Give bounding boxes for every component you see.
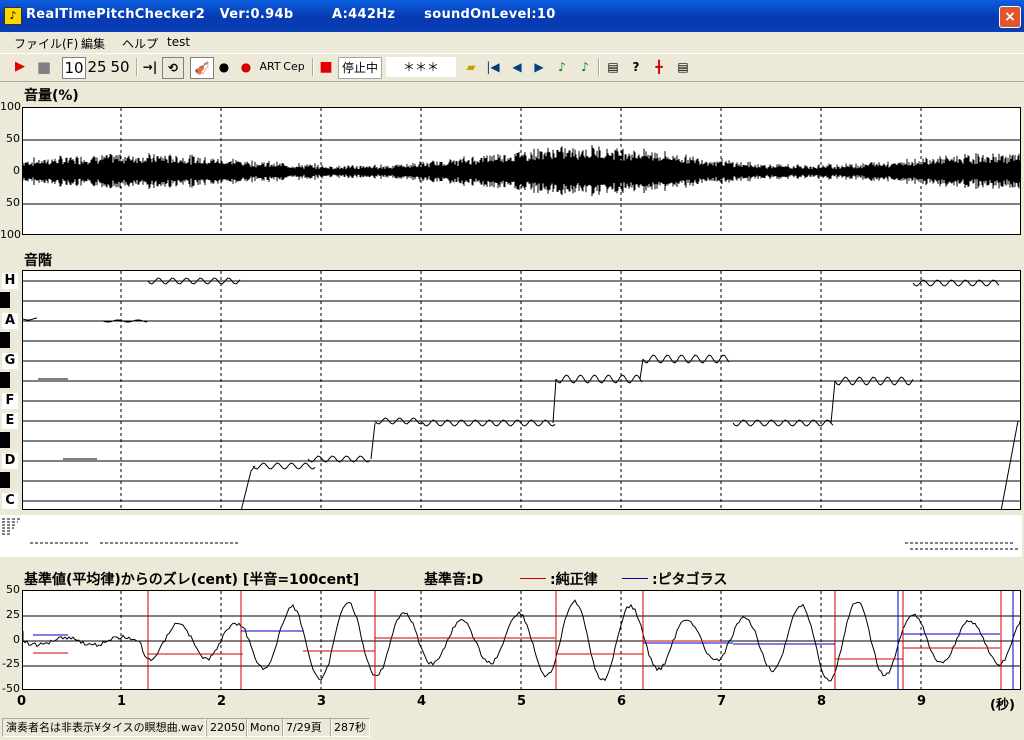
deviation-tick: 25: [6, 608, 20, 621]
status-page: 7/29頁: [282, 718, 332, 737]
volume-waveform-path: [23, 145, 1020, 197]
black-key: [0, 372, 10, 388]
deviation-tick: -25: [2, 657, 20, 670]
black-key: [0, 332, 10, 348]
time-label: 0: [17, 694, 27, 709]
base-note: 基準音:D: [424, 572, 484, 588]
menu-test[interactable]: test: [167, 35, 190, 49]
deviation-title: 基準値(平均律)からのズレ(cent) [半音=100cent]: [24, 572, 360, 588]
deviation-panel: [22, 590, 1021, 690]
status-indicator: 停止中: [338, 57, 382, 79]
note-label: D: [2, 453, 18, 469]
status-file: 演奏者名は非表示¥タイスの瞑想曲.wav: [2, 718, 206, 737]
time-label: 2: [217, 694, 227, 709]
note-label: E: [2, 413, 18, 429]
pyth-legend-line: [622, 578, 648, 579]
note-label: H: [2, 273, 18, 289]
record-stop-icon[interactable]: ■: [318, 57, 334, 77]
toolbar: ▶ ■ 10 25 50 →| ⟲ 🎻 ● ● ART Cep ■ 停止中 ＊＊…: [0, 53, 1024, 82]
deviation-tick: 50: [6, 583, 20, 596]
play-button[interactable]: ▶: [10, 57, 30, 77]
person-red-icon[interactable]: ●: [237, 57, 255, 77]
menu-help[interactable]: ヘルプ: [122, 35, 158, 52]
volume-tick: 50: [6, 196, 20, 209]
status-bar: 演奏者名は非表示¥タイスの瞑想曲.wav 22050 Mono 7/29頁 28…: [0, 716, 1024, 740]
onset-strip: [0, 515, 1022, 557]
volume-tick: 100: [0, 100, 21, 113]
speed-25-button[interactable]: 25: [86, 57, 108, 77]
volume-waveform: [23, 108, 1020, 234]
art-button[interactable]: ART: [259, 57, 281, 77]
pyth-legend: :ピタゴラス: [652, 572, 728, 588]
time-label: 8: [817, 694, 827, 709]
time-label: 1: [117, 694, 127, 709]
speed-10-button[interactable]: 10: [62, 57, 86, 79]
black-key: [0, 472, 10, 488]
onset-marks: [2, 518, 1018, 550]
printer-icon[interactable]: ▤: [604, 57, 622, 77]
time-label: 9: [917, 694, 927, 709]
skip-start-icon[interactable]: |◀: [484, 57, 502, 77]
pitch-panel: [22, 270, 1021, 510]
window-title: RealTimePitchChecker2 Ver:0.94b A:442Hz …: [26, 7, 556, 22]
next-icon[interactable]: ▶: [530, 57, 548, 77]
time-unit: (秒): [990, 698, 1015, 713]
volume-panel: [22, 107, 1021, 235]
print-icon[interactable]: ▤: [674, 57, 692, 77]
volume-title: 音量(%): [24, 88, 79, 104]
note-label: F: [2, 393, 18, 409]
cursor-icon[interactable]: ╋: [650, 57, 668, 77]
time-label: 4: [417, 694, 427, 709]
status-channel: Mono: [246, 718, 284, 737]
just-legend: :純正律: [550, 572, 598, 588]
menu-bar: ファイル(F) 編集 ヘルプ test: [0, 32, 1024, 53]
jump-end-icon[interactable]: →|: [140, 57, 160, 77]
black-key: [0, 292, 10, 308]
deviation-tick: 0: [13, 633, 20, 646]
prev-icon[interactable]: ◀: [508, 57, 526, 77]
time-label: 6: [617, 694, 627, 709]
note-display: ＊＊＊: [386, 57, 456, 77]
menu-edit[interactable]: 編集: [81, 35, 105, 52]
note-green-icon[interactable]: ♪: [553, 57, 571, 77]
deviation-trace: [23, 591, 1020, 689]
volume-tick: 100: [0, 228, 21, 241]
note-label: C: [2, 493, 18, 509]
violin-icon[interactable]: 🎻: [190, 57, 214, 79]
status-rate: 22050: [206, 718, 248, 737]
time-label: 3: [317, 694, 327, 709]
volume-tick: 50: [6, 132, 20, 145]
time-label: 7: [717, 694, 727, 709]
pitch-trace: [23, 271, 1020, 509]
cep-button[interactable]: Cep: [283, 57, 305, 77]
menu-file[interactable]: ファイル(F): [14, 35, 78, 52]
black-key: [0, 432, 10, 448]
note-label: G: [2, 353, 18, 369]
status-length: 287秒: [330, 718, 370, 737]
person-icon[interactable]: ●: [215, 57, 233, 77]
volume-tick: 0: [13, 164, 20, 177]
folder-open-icon[interactable]: ▰: [461, 57, 481, 77]
tuning-fork-icon[interactable]: ♪: [4, 7, 22, 25]
speed-50-button[interactable]: 50: [108, 57, 132, 77]
title-bar: ♪ RealTimePitchChecker2 Ver:0.94b A:442H…: [0, 0, 1024, 32]
onset-path: [2, 518, 1018, 550]
help-icon[interactable]: ?: [627, 57, 645, 77]
close-button[interactable]: ×: [999, 6, 1021, 28]
note-label: A: [2, 313, 18, 329]
scale-title: 音階: [24, 253, 52, 269]
note-green-2-icon[interactable]: ♪: [576, 57, 594, 77]
loop-icon[interactable]: ⟲: [162, 57, 184, 79]
stop-button[interactable]: ■: [34, 57, 54, 77]
time-label: 5: [517, 694, 527, 709]
just-legend-line: [520, 578, 546, 579]
